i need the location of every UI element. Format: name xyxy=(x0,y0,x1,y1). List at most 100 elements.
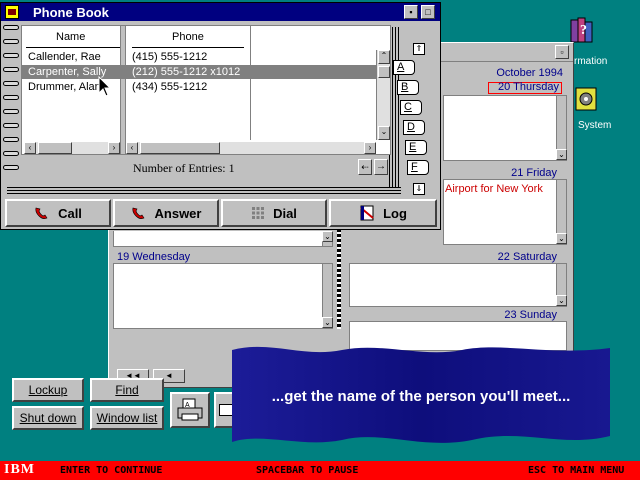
find-button[interactable]: Find xyxy=(90,378,164,402)
tab-scroll-down[interactable]: ⇓ xyxy=(413,183,425,195)
maximize-button[interactable]: □ xyxy=(421,5,435,19)
tab-b[interactable]: B xyxy=(397,80,419,95)
scroll-down-button[interactable]: ⌄ xyxy=(556,295,567,306)
phone-hscrollbar[interactable]: ‹ › xyxy=(126,142,376,154)
binder-ring xyxy=(3,53,19,58)
information-icon-label: rmation xyxy=(574,56,608,67)
entry-name: Callender, Rae xyxy=(28,51,101,63)
binder-ring xyxy=(3,165,19,170)
day-scrollbar[interactable]: ⌄ xyxy=(556,180,567,244)
vertical-scrollbar[interactable]: ⌃ ⌄ xyxy=(376,50,390,140)
scroll-right-button[interactable]: › xyxy=(364,142,376,154)
calendar-month: October 1994 xyxy=(496,67,563,79)
status-bar: IBM ENTER TO CONTINUE SPACEBAR TO PAUSE … xyxy=(0,461,640,480)
minimize-button[interactable]: ▪ xyxy=(404,5,418,19)
dial-label: Dial xyxy=(273,205,297,221)
system-icon xyxy=(575,87,597,111)
binder-ring xyxy=(3,137,19,142)
scroll-thumb[interactable] xyxy=(378,66,390,78)
table-row-selected[interactable]: Carpenter, Sally (212) 555-1212 x1012 xyxy=(22,65,376,79)
day-page-saturday[interactable]: ⌄ xyxy=(349,263,567,307)
day-label-thursday: 20 Thursday xyxy=(498,81,559,93)
system-desktop-icon[interactable]: System xyxy=(570,86,640,136)
scroll-right-button[interactable]: › xyxy=(108,142,120,154)
tab-f[interactable]: F xyxy=(407,160,429,175)
scroll-down-button[interactable]: ⌄ xyxy=(322,317,333,328)
table-row[interactable]: Callender, Rae (415) 555-1212 xyxy=(22,50,376,64)
scroll-left-button[interactable]: ‹ xyxy=(24,142,36,154)
scroll-down-button[interactable]: ⌄ xyxy=(556,233,567,244)
shutdown-button[interactable]: Shut down xyxy=(12,406,84,430)
scroll-thumb[interactable] xyxy=(140,142,220,154)
window-list-label: Window list xyxy=(96,411,158,425)
next-page-arrow[interactable]: → xyxy=(374,159,388,175)
binder-ring xyxy=(3,95,19,100)
window-list-button[interactable]: Window list xyxy=(90,406,164,430)
mouse-cursor-icon xyxy=(98,76,112,97)
entries-list[interactable]: Name Phone Callender, Rae (415) 555-1212… xyxy=(21,25,391,155)
call-button[interactable]: Call xyxy=(5,199,111,227)
ibm-logo: IBM xyxy=(4,462,35,477)
day-label-friday: 21 Friday xyxy=(511,167,557,179)
shutdown-label: Shut down xyxy=(19,411,77,425)
keypad-icon xyxy=(252,207,265,219)
day-label-saturday: 22 Saturday xyxy=(497,251,557,263)
binder-ring xyxy=(3,39,19,44)
system-menu-icon[interactable] xyxy=(5,5,19,19)
day-scrollbar[interactable]: ⌄ xyxy=(556,264,567,306)
day-scrollbar[interactable]: ⌄ xyxy=(322,231,333,246)
day-label-wednesday: 19 Wednesday xyxy=(117,251,191,263)
entry-phone: (434) 555-1212 xyxy=(132,81,208,93)
esc-hint: ESC TO MAIN MENU xyxy=(528,465,625,476)
scroll-down-button[interactable]: ⌄ xyxy=(322,231,333,242)
answer-button[interactable]: Answer xyxy=(113,199,219,227)
day-scrollbar[interactable]: ⌄ xyxy=(556,96,567,160)
phone-handset-icon xyxy=(132,207,144,219)
entry-name: Drummer, Alan xyxy=(28,81,101,93)
system-icon-label: System xyxy=(578,120,612,131)
day-scrollbar[interactable]: ⌄ xyxy=(322,264,333,328)
binder-ring xyxy=(3,123,19,128)
event-text[interactable]: Airport for New York xyxy=(445,183,543,195)
binder-ring xyxy=(3,151,19,156)
column-header-name[interactable]: Name xyxy=(56,31,85,43)
lockup-button[interactable]: Lockup xyxy=(12,378,84,402)
tab-a[interactable]: A xyxy=(393,60,415,75)
day-page-tuesday[interactable]: ⌄ xyxy=(113,231,333,247)
column-header-phone[interactable]: Phone xyxy=(172,31,204,43)
binder-ring xyxy=(3,81,19,86)
dial-button[interactable]: Dial xyxy=(221,199,327,227)
phonebook-window[interactable]: Phone Book ▪ □ Name Phone Callender, Rae… xyxy=(0,2,441,230)
day-page-friday[interactable]: Airport for New York ⌄ xyxy=(443,179,567,245)
entry-count: Number of Entries: 1 xyxy=(133,161,235,175)
scroll-thumb[interactable] xyxy=(38,142,72,154)
spacebar-hint: SPACEBAR TO PAUSE xyxy=(256,465,359,476)
header-underline xyxy=(132,47,244,48)
printer-icon: A xyxy=(177,398,203,421)
window-title: Phone Book xyxy=(33,5,109,20)
header-underline xyxy=(26,47,120,48)
page-edges xyxy=(7,185,401,195)
tab-c[interactable]: C xyxy=(400,100,422,115)
prev-page-arrow[interactable]: ⇠ xyxy=(358,159,372,175)
log-button[interactable]: Log xyxy=(329,199,437,227)
day-page-thursday[interactable]: ⌄ xyxy=(443,95,567,161)
scroll-up-button[interactable]: ⌃ xyxy=(378,50,390,64)
phonebook-titlebar[interactable]: Phone Book ▪ □ xyxy=(1,3,440,21)
calendar-restore-button[interactable]: ▫ xyxy=(555,45,569,59)
enter-hint: ENTER TO CONTINUE xyxy=(60,465,163,476)
svg-text:?: ? xyxy=(580,23,587,38)
calendar-binding xyxy=(337,229,341,329)
log-label: Log xyxy=(383,205,407,221)
printer-launch-button[interactable]: A xyxy=(170,392,210,428)
tab-e[interactable]: E xyxy=(405,140,427,155)
day-page-wednesday[interactable]: ⌄ xyxy=(113,263,333,329)
scroll-left-button[interactable]: ‹ xyxy=(126,142,138,154)
tab-scroll-up[interactable]: ⇑ xyxy=(413,43,425,55)
tab-d[interactable]: D xyxy=(403,120,425,135)
scroll-down-button[interactable]: ⌄ xyxy=(556,149,567,160)
find-label: Find xyxy=(115,383,139,397)
name-hscrollbar[interactable]: ‹ › xyxy=(24,142,120,154)
table-row[interactable]: Drummer, Alan (434) 555-1212 xyxy=(22,80,376,94)
scroll-down-button[interactable]: ⌄ xyxy=(378,126,390,140)
